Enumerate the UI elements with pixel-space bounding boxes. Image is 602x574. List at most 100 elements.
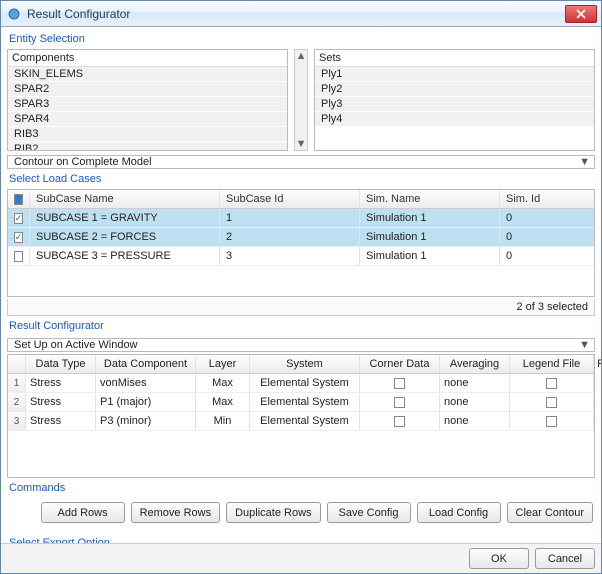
cell-sim: Simulation 1 — [360, 247, 500, 265]
contour-dropdown-value: Contour on Complete Model — [14, 156, 152, 168]
cancel-button[interactable]: Cancel — [535, 548, 595, 569]
list-item[interactable]: SPAR2 — [8, 82, 287, 97]
cell-path[interactable] — [594, 393, 601, 411]
col-data-type[interactable]: Data Type — [26, 355, 96, 373]
cell-name: SUBCASE 1 = GRAVITY — [30, 209, 220, 227]
table-row[interactable]: SUBCASE 2 = FORCES 2 Simulation 1 0 — [8, 228, 594, 247]
save-config-button[interactable]: Save Config — [327, 502, 411, 523]
table-row[interactable]: 3 Stress P3 (minor) Min Elemental System… — [8, 412, 594, 431]
row-checkbox[interactable] — [14, 232, 24, 243]
selection-count: 2 of 3 selected — [7, 299, 595, 316]
col-sim-name[interactable]: Sim. Name — [360, 190, 500, 208]
table-row[interactable]: SUBCASE 1 = GRAVITY 1 Simulation 1 0 — [8, 209, 594, 228]
commands-button-row: Add Rows Remove Rows Duplicate Rows Save… — [7, 498, 595, 525]
load-cases-label: Select Load Cases — [7, 171, 595, 187]
duplicate-rows-button[interactable]: Duplicate Rows — [226, 502, 320, 523]
select-all-checkbox[interactable] — [14, 194, 23, 205]
list-item[interactable]: RIB3 — [8, 127, 287, 142]
chevron-down-icon: ▼ — [579, 339, 590, 351]
col-data-component[interactable]: Data Component — [96, 355, 196, 373]
legend-checkbox[interactable] — [546, 416, 557, 427]
middle-scrollbar[interactable]: ▲ ▼ — [294, 49, 308, 151]
corner-checkbox[interactable] — [394, 378, 405, 389]
export-option-label: Select Export Option — [7, 535, 595, 543]
cell-simid: 0 — [500, 228, 594, 246]
load-config-button[interactable]: Load Config — [417, 502, 501, 523]
cell-dcomp[interactable]: P1 (major) — [96, 393, 196, 411]
table-row[interactable]: SUBCASE 3 = PRESSURE 3 Simulation 1 0 — [8, 247, 594, 266]
cell-avg[interactable]: none — [440, 412, 510, 430]
dialog-footer: OK Cancel — [1, 543, 601, 573]
row-checkbox[interactable] — [14, 213, 24, 224]
app-icon — [7, 7, 21, 21]
result-configurator-label: Result Configurator — [7, 318, 595, 334]
contour-dropdown[interactable]: Contour on Complete Model ▼ — [7, 155, 595, 169]
scroll-down-icon[interactable]: ▼ — [296, 139, 306, 149]
legend-checkbox[interactable] — [546, 378, 557, 389]
cell-sim: Simulation 1 — [360, 228, 500, 246]
col-sim-id[interactable]: Sim. Id — [500, 190, 594, 208]
setup-dropdown-value: Set Up on Active Window — [14, 339, 138, 351]
corner-checkbox[interactable] — [394, 416, 405, 427]
col-system[interactable]: System — [250, 355, 360, 373]
commands-label: Commands — [7, 480, 595, 496]
setup-dropdown[interactable]: Set Up on Active Window ▼ — [7, 338, 595, 352]
cell-id: 1 — [220, 209, 360, 227]
ok-button[interactable]: OK — [469, 548, 529, 569]
cell-avg[interactable]: none — [440, 374, 510, 392]
col-subcase-id[interactable]: SubCase Id — [220, 190, 360, 208]
cell-dcomp[interactable]: P3 (minor) — [96, 412, 196, 430]
list-item[interactable]: RIB2 — [8, 142, 287, 150]
row-checkbox[interactable] — [14, 251, 23, 262]
corner-checkbox[interactable] — [394, 397, 405, 408]
col-file-path[interactable]: File Path — [594, 355, 601, 373]
clear-contour-button[interactable]: Clear Contour — [507, 502, 593, 523]
col-corner-data[interactable]: Corner Data — [360, 355, 440, 373]
cell-layer[interactable]: Min — [196, 412, 250, 430]
cell-path[interactable] — [594, 412, 601, 430]
remove-rows-button[interactable]: Remove Rows — [131, 502, 221, 523]
list-item[interactable]: Ply1 — [315, 67, 594, 82]
list-item[interactable]: SPAR3 — [8, 97, 287, 112]
col-subcase-name[interactable]: SubCase Name — [30, 190, 220, 208]
list-item[interactable]: Ply2 — [315, 82, 594, 97]
chevron-down-icon: ▼ — [579, 156, 590, 168]
list-item[interactable]: SKIN_ELEMS — [8, 67, 287, 82]
list-item[interactable]: SPAR4 — [8, 112, 287, 127]
table-row[interactable]: 2 Stress P1 (major) Max Elemental System… — [8, 393, 594, 412]
cell-system[interactable]: Elemental System — [250, 412, 360, 430]
legend-checkbox[interactable] — [546, 397, 557, 408]
cell-name: SUBCASE 2 = FORCES — [30, 228, 220, 246]
sets-listbox[interactable]: Sets Ply1 Ply2 Ply3 Ply4 — [314, 49, 595, 151]
components-listbox[interactable]: Components SKIN_ELEMS SPAR2 SPAR3 SPAR4 … — [7, 49, 288, 151]
col-layer[interactable]: Layer — [196, 355, 250, 373]
col-averaging[interactable]: Averaging — [440, 355, 510, 373]
cell-simid: 0 — [500, 247, 594, 265]
cell-system[interactable]: Elemental System — [250, 374, 360, 392]
load-cases-header: SubCase Name SubCase Id Sim. Name Sim. I… — [8, 190, 594, 209]
row-index: 2 — [8, 393, 26, 411]
sets-header: Sets — [315, 50, 594, 67]
cell-layer[interactable]: Max — [196, 374, 250, 392]
close-button[interactable] — [565, 5, 597, 23]
window-title: Result Configurator — [27, 7, 565, 21]
table-row[interactable]: 1 Stress vonMises Max Elemental System n… — [8, 374, 594, 393]
cell-dtype[interactable]: Stress — [26, 412, 96, 430]
list-item[interactable]: Ply3 — [315, 97, 594, 112]
cell-avg[interactable]: none — [440, 393, 510, 411]
list-item[interactable]: Ply4 — [315, 112, 594, 127]
result-config-table: Data Type Data Component Layer System Co… — [7, 354, 595, 478]
cell-dtype[interactable]: Stress — [26, 393, 96, 411]
cell-dcomp[interactable]: vonMises — [96, 374, 196, 392]
add-rows-button[interactable]: Add Rows — [41, 502, 125, 523]
scroll-up-icon[interactable]: ▲ — [296, 51, 306, 61]
load-cases-table: SubCase Name SubCase Id Sim. Name Sim. I… — [7, 189, 595, 297]
cell-system[interactable]: Elemental System — [250, 393, 360, 411]
cell-layer[interactable]: Max — [196, 393, 250, 411]
cell-id: 2 — [220, 228, 360, 246]
cell-id: 3 — [220, 247, 360, 265]
cell-path[interactable] — [594, 374, 601, 392]
cell-dtype[interactable]: Stress — [26, 374, 96, 392]
col-legend-file[interactable]: Legend File — [510, 355, 594, 373]
title-bar: Result Configurator — [1, 1, 601, 27]
